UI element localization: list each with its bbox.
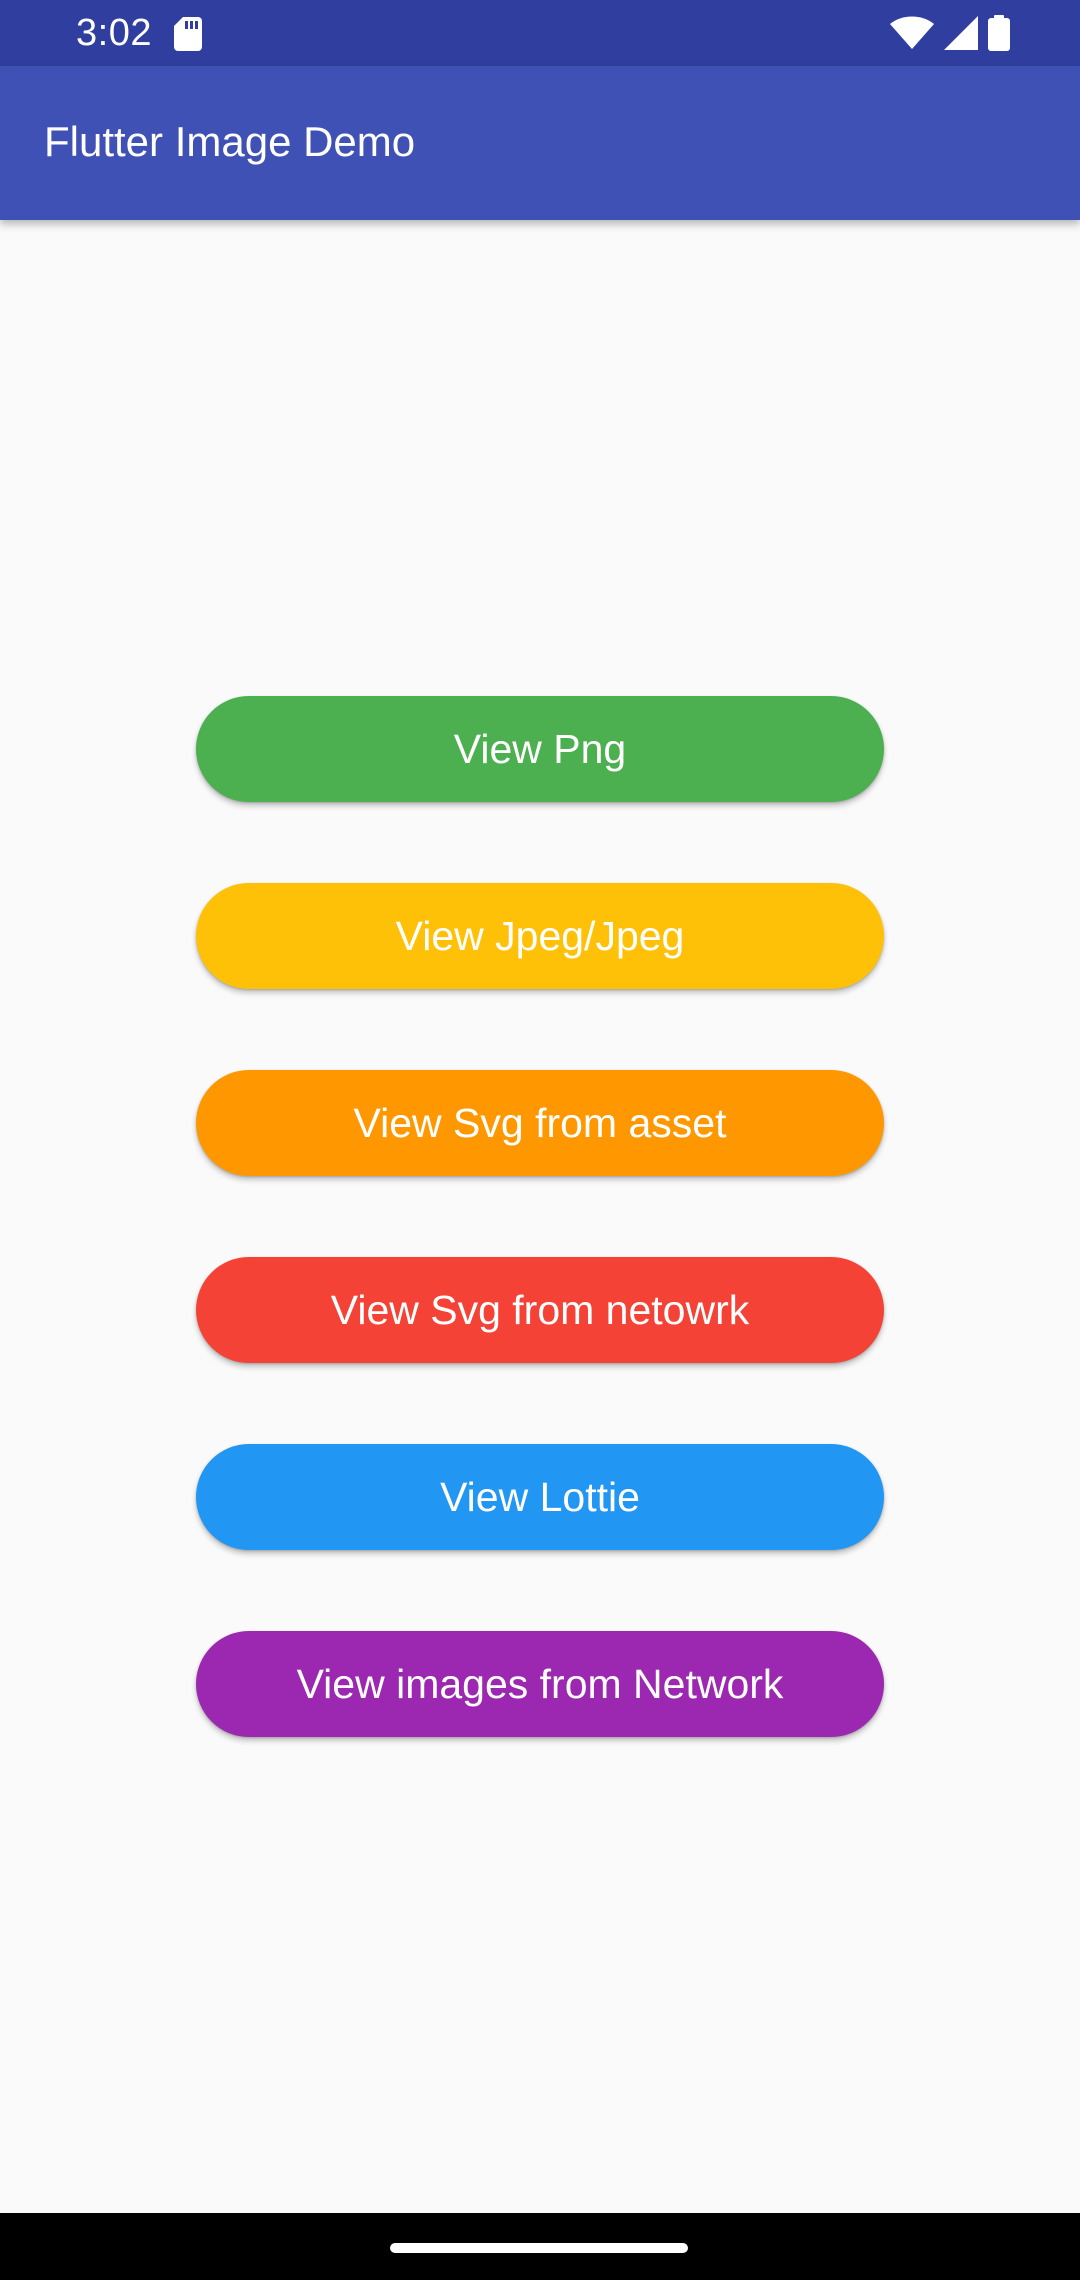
sd-card-icon: [174, 17, 202, 51]
view-lottie-button[interactable]: View Lottie: [196, 1444, 884, 1550]
status-bar: 3:02: [0, 0, 1080, 66]
view-png-button[interactable]: View Png: [196, 696, 884, 802]
view-svg-network-button[interactable]: View Svg from netowrk: [196, 1257, 884, 1363]
wifi-icon: [890, 16, 934, 49]
app-title: Flutter Image Demo: [44, 118, 416, 165]
view-jpeg-button[interactable]: View Jpeg/Jpeg: [196, 883, 884, 989]
status-time: 3:02: [76, 12, 152, 54]
battery-icon: [988, 15, 1010, 51]
navigation-bar: [0, 2213, 1080, 2280]
app-bar: Flutter Image Demo: [0, 66, 1080, 220]
view-svg-asset-button[interactable]: View Svg from asset: [196, 1070, 884, 1176]
content-area: View Png View Jpeg/Jpeg View Svg from as…: [0, 220, 1080, 2213]
view-network-images-button[interactable]: View images from Network: [196, 1631, 884, 1737]
signal-icon: [944, 16, 978, 50]
home-gesture-handle[interactable]: [390, 2243, 688, 2253]
status-icons: [890, 15, 1010, 51]
